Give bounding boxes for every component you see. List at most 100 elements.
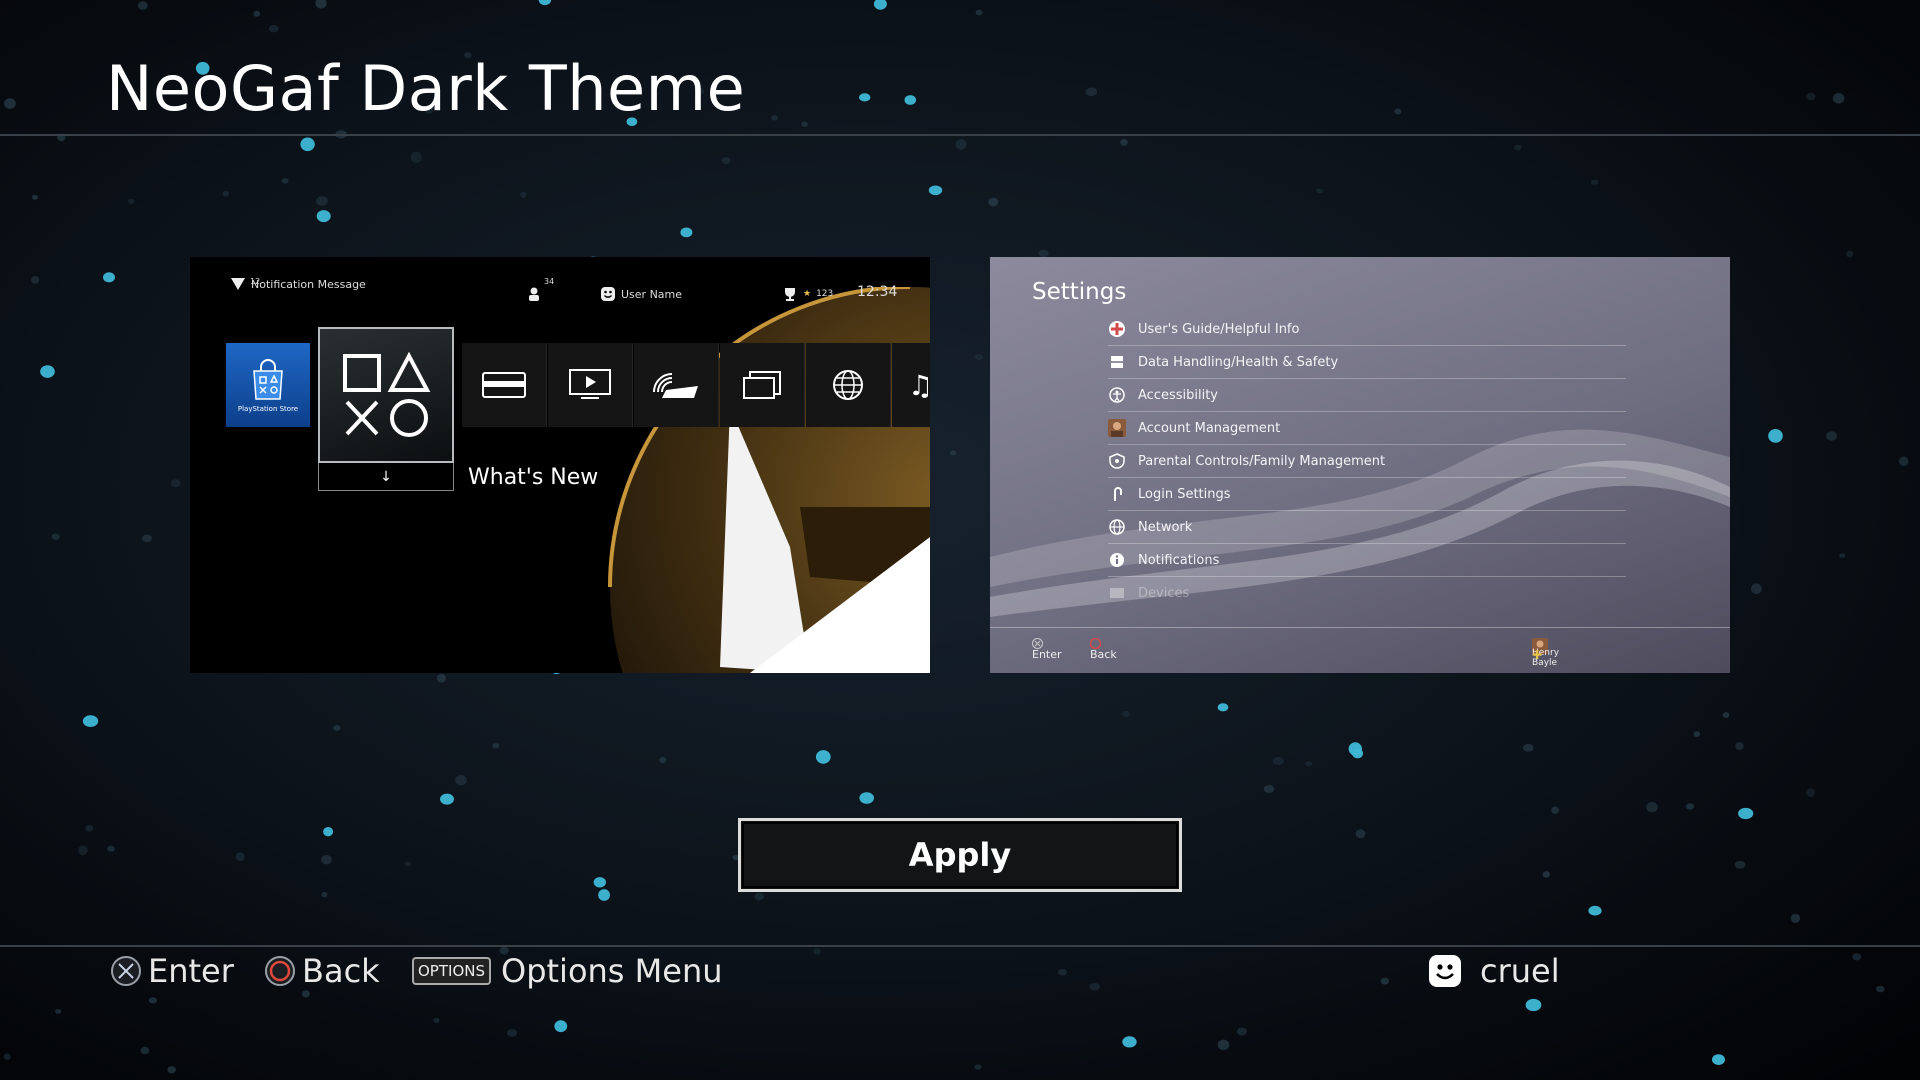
particle — [598, 889, 610, 901]
particle — [1120, 138, 1128, 146]
particle — [1806, 788, 1815, 797]
internet-browser-tile — [806, 343, 891, 427]
particle — [321, 855, 332, 865]
particle — [1394, 108, 1402, 115]
particle — [1693, 731, 1701, 737]
particle — [107, 845, 115, 852]
settings-footer-enter: Enter — [1032, 638, 1062, 661]
whats-new-tile — [318, 327, 454, 463]
music-note-icon: ♫ — [908, 368, 930, 402]
header-divider — [0, 134, 1920, 136]
options-button-icon: OPTIONS — [412, 957, 491, 985]
particle — [974, 1064, 982, 1070]
particle — [410, 151, 422, 163]
particle — [1591, 179, 1599, 185]
particle — [281, 178, 289, 184]
particle — [55, 1009, 62, 1014]
library-tile — [462, 343, 547, 427]
enter-hint-label: Enter — [148, 952, 234, 990]
playstation-store-tile: PlayStation Store — [226, 343, 310, 427]
notification-icon — [231, 278, 245, 290]
particle — [316, 210, 331, 223]
particle — [404, 861, 411, 867]
particle — [128, 198, 135, 204]
particle — [1380, 977, 1389, 985]
particle — [1722, 712, 1730, 718]
settings-item-label: Notifications — [1138, 552, 1220, 568]
particle — [1058, 969, 1067, 976]
settings-row-devices: Devices — [1108, 577, 1626, 609]
trophy-indicator: ★ 123 — [782, 286, 833, 302]
particle — [859, 93, 871, 102]
media-gallery-tile — [720, 343, 805, 427]
particle — [268, 24, 279, 33]
particle — [82, 715, 99, 727]
particle — [300, 137, 315, 152]
particle — [455, 775, 467, 786]
share-play-tile — [634, 343, 719, 427]
particle — [815, 750, 831, 764]
tv-video-tile — [548, 343, 633, 427]
back-hint-label: Back — [302, 952, 380, 990]
particle — [333, 725, 341, 731]
particle — [593, 877, 606, 888]
settings-title: Settings — [1032, 279, 1127, 305]
settings-row-account-management: Account Management — [1108, 412, 1626, 445]
particle — [988, 197, 999, 207]
particle — [142, 534, 152, 543]
particle — [1542, 871, 1551, 878]
settings-item-label: User's Guide/Helpful Info — [1138, 321, 1300, 337]
particle — [680, 227, 693, 238]
page-title: NeoGaf Dark Theme — [106, 52, 746, 125]
particle — [928, 185, 943, 196]
particle — [1588, 905, 1602, 916]
library-icon — [482, 372, 526, 398]
tv-icon — [569, 369, 611, 399]
broadcast-icon — [653, 373, 698, 398]
enter-hint: Enter — [110, 952, 234, 990]
particle — [1217, 703, 1229, 712]
settings-row-login-settings: Login Settings — [1108, 478, 1626, 511]
particle — [1263, 785, 1275, 793]
settings-item-label: Devices — [1138, 585, 1190, 601]
particle — [103, 272, 115, 283]
circle-button-icon — [265, 956, 295, 986]
particle — [433, 1018, 440, 1023]
data-handling-icon — [1108, 353, 1126, 371]
playstation-shapes-icon — [343, 352, 431, 437]
particle — [1826, 431, 1837, 441]
cross-button-icon — [111, 956, 141, 986]
particle — [222, 190, 230, 197]
particle — [1875, 985, 1885, 993]
particle — [3, 98, 16, 109]
particle — [1846, 250, 1854, 258]
particle — [148, 997, 157, 1004]
particle — [31, 276, 40, 284]
footer-divider — [0, 945, 1920, 947]
particle — [137, 1, 148, 10]
settings-row-parental-controls: Parental Controls/Family Management — [1108, 445, 1626, 478]
particle — [323, 827, 334, 837]
music-tile: ♫ — [892, 343, 930, 427]
particle — [813, 948, 821, 955]
apply-button[interactable]: Apply — [738, 818, 1182, 892]
particle — [253, 10, 261, 17]
particle — [754, 893, 764, 901]
particle — [1525, 998, 1542, 1012]
settings-item-label: Network — [1138, 519, 1193, 535]
particle — [235, 852, 245, 861]
particle — [949, 450, 957, 456]
particle — [859, 792, 874, 804]
selected-tile-label: What's New — [468, 465, 599, 490]
settings-footer-back: Back — [1090, 638, 1117, 661]
home-screen-preview: Notification Message 12 34 User Name ★ 1… — [190, 257, 930, 673]
particle — [1738, 807, 1754, 820]
particle — [1316, 188, 1323, 194]
settings-footer: Enter Back Henry Bayle ✚ — [990, 627, 1730, 673]
gallery-icon — [743, 371, 781, 399]
down-arrow-icon: ↓ — [318, 463, 454, 491]
settings-row-data-handling: Data Handling/Health & Safety — [1108, 346, 1626, 379]
particle — [3, 1053, 11, 1060]
particle — [1852, 953, 1862, 961]
settings-item-label: Data Handling/Health & Safety — [1138, 354, 1339, 370]
